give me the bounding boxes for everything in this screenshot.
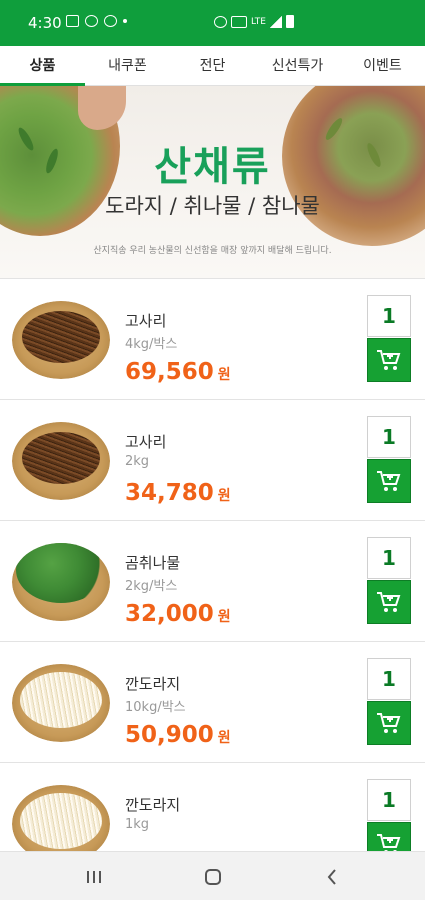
cart-icon xyxy=(377,713,401,733)
hand-image xyxy=(78,86,126,130)
quantity-field[interactable]: 1 xyxy=(367,416,411,458)
quantity-field[interactable]: 1 xyxy=(367,658,411,700)
product-list: 고사리 4kg/박스 69,560 원 1 고사리 2kg 34,780 원 1 곰… xyxy=(0,278,425,883)
banner-title: 산채류 xyxy=(154,144,271,190)
home-icon[interactable] xyxy=(201,866,225,888)
tab-events[interactable]: 이벤트 xyxy=(340,46,425,85)
banner-subtitle: 도라지 / 취나물 / 참나물 xyxy=(105,194,320,218)
add-to-cart-button[interactable] xyxy=(367,459,411,503)
add-to-cart-button[interactable] xyxy=(367,580,411,624)
product-name: 깐도라지 xyxy=(125,796,181,814)
product-row[interactable]: 곰취나물 2kg/박스 32,000 원 1 xyxy=(0,520,425,641)
cart-icon xyxy=(377,350,401,370)
product-price: 34,780 원 xyxy=(125,480,231,506)
add-to-cart-button[interactable] xyxy=(367,338,411,382)
category-tabs: 상품 내쿠폰 전단 신선특가 이벤트 xyxy=(0,46,425,86)
product-row[interactable]: 깐도라지 10kg/박스 50,900 원 1 xyxy=(0,641,425,762)
tab-flyer[interactable]: 전단 xyxy=(170,46,255,85)
product-price: 50,900 원 xyxy=(125,722,231,748)
product-image[interactable] xyxy=(12,664,110,742)
product-size: 2kg/박스 xyxy=(125,579,178,594)
more-notifications-icon xyxy=(123,19,127,23)
product-name: 고사리 xyxy=(125,312,167,330)
status-time: 4:30 xyxy=(28,14,62,32)
quantity-field[interactable]: 1 xyxy=(367,295,411,337)
status-bar: 4:30 LTE xyxy=(0,0,425,46)
back-icon[interactable] xyxy=(320,866,344,888)
product-size: 4kg/박스 xyxy=(125,337,178,352)
tab-fresh-deals[interactable]: 신선특가 xyxy=(255,46,340,85)
product-image[interactable] xyxy=(12,422,110,500)
tab-my-coupons[interactable]: 내쿠폰 xyxy=(85,46,170,85)
category-banner: 산채류 도라지 / 취나물 / 참나물 산지직송 우리 농산물의 신선함을 매장… xyxy=(0,86,425,278)
recent-apps-icon[interactable] xyxy=(82,866,106,888)
app-icon xyxy=(104,15,117,27)
banner-note: 산지직송 우리 농산물의 신선함을 매장 앞까지 배달해 드립니다. xyxy=(93,246,332,256)
signal-icon xyxy=(269,15,282,28)
system-nav-bar xyxy=(0,851,425,900)
product-name: 깐도라지 xyxy=(125,675,181,693)
notification-icons xyxy=(66,15,127,27)
quantity-field[interactable]: 1 xyxy=(367,537,411,579)
product-price: 69,560 원 xyxy=(125,359,231,385)
product-name: 곰취나물 xyxy=(125,554,181,572)
gallery-icon xyxy=(66,15,79,27)
product-size: 10kg/박스 xyxy=(125,700,186,715)
cart-icon xyxy=(377,471,401,491)
tab-products[interactable]: 상품 xyxy=(0,46,85,86)
system-icons: LTE xyxy=(214,15,294,28)
cart-icon xyxy=(377,592,401,612)
quantity-field[interactable]: 1 xyxy=(367,779,411,821)
product-image[interactable] xyxy=(12,301,110,379)
network-type: LTE xyxy=(251,16,266,27)
product-price: 32,000 원 xyxy=(125,601,231,627)
product-name: 고사리 xyxy=(125,433,167,451)
product-size: 2kg xyxy=(125,454,150,469)
add-to-cart-button[interactable] xyxy=(367,701,411,745)
product-image[interactable] xyxy=(12,543,110,621)
chat-icon xyxy=(85,15,98,27)
alarm-icon xyxy=(214,15,227,28)
product-size: 1kg xyxy=(125,817,150,832)
product-row[interactable]: 고사리 2kg 34,780 원 1 xyxy=(0,399,425,520)
wifi-calling-icon xyxy=(231,15,247,28)
product-row[interactable]: 고사리 4kg/박스 69,560 원 1 xyxy=(0,278,425,399)
battery-icon xyxy=(285,15,294,28)
